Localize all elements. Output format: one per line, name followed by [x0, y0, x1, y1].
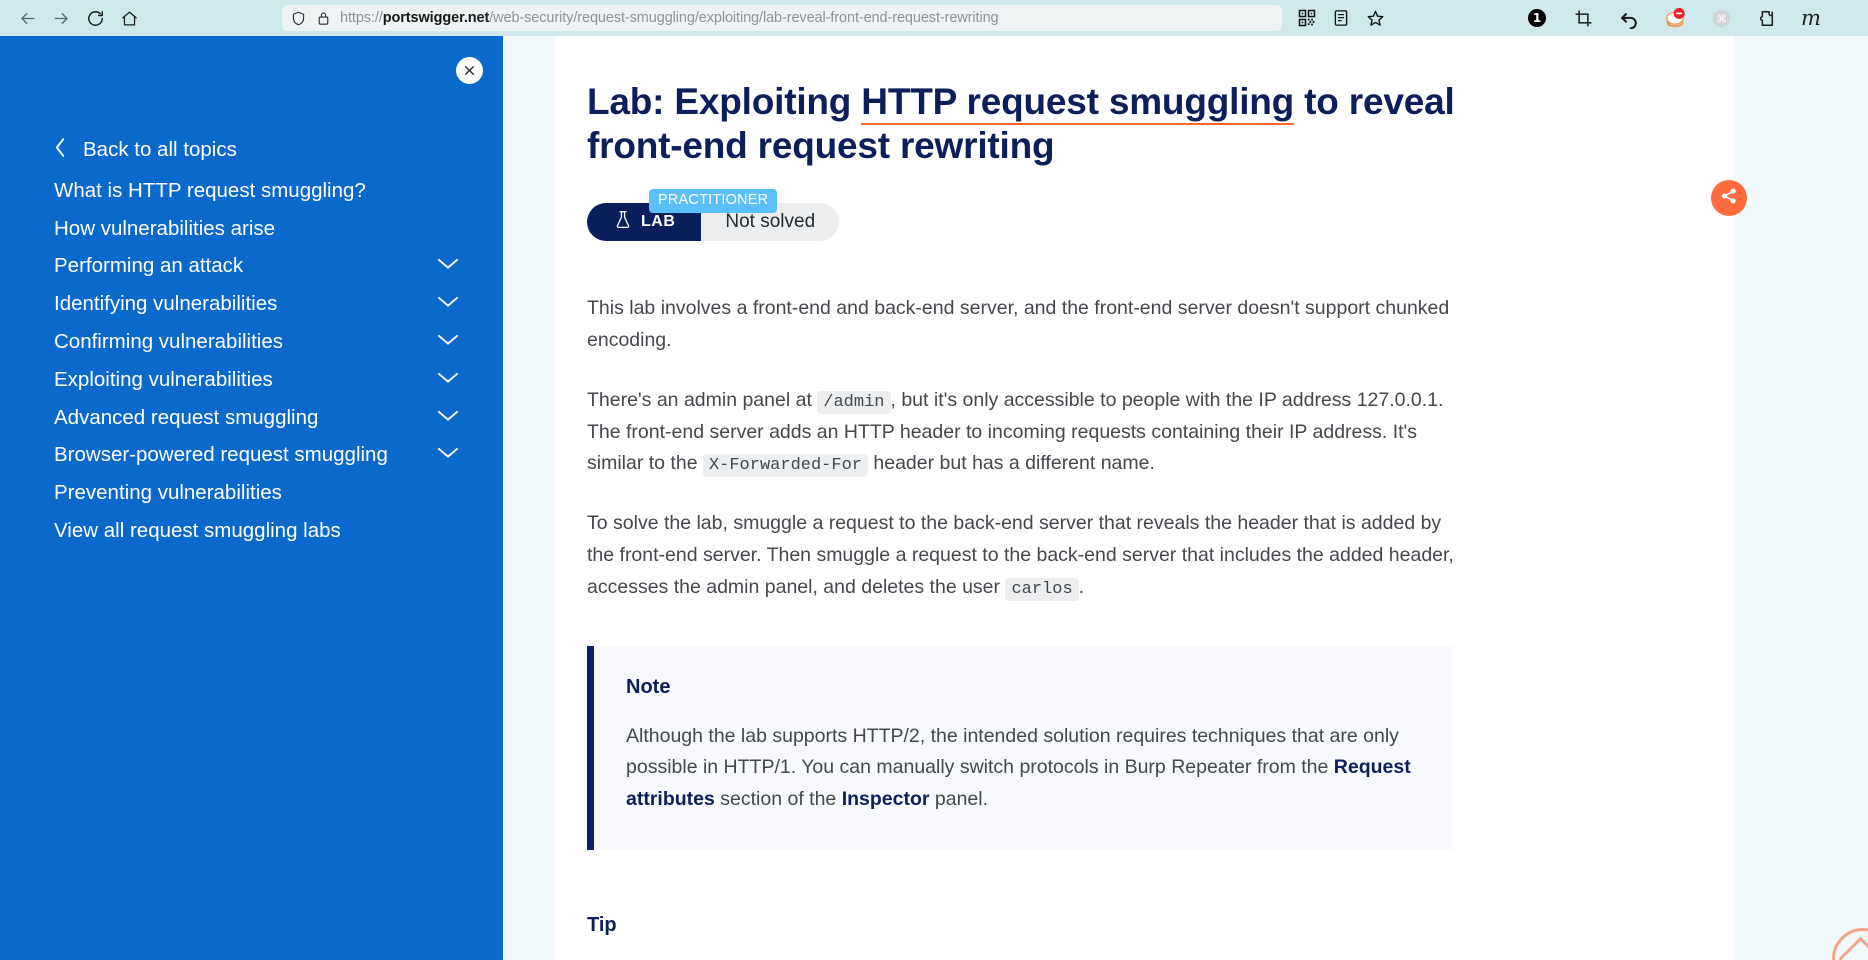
sidebar-item-label: Advanced request smuggling — [54, 405, 319, 429]
share-icon — [1720, 187, 1738, 210]
notification-count-label: 1 — [1528, 9, 1546, 27]
svg-text:⌘: ⌘ — [1716, 13, 1727, 25]
back-to-all-topics-label: Back to all topics — [83, 138, 237, 161]
sidebar-item-5[interactable]: Exploiting vulnerabilities — [0, 361, 503, 399]
browser-extensions-area: 1 ⌘ m — [1292, 4, 1830, 32]
sidebar-item-7[interactable]: Browser-powered request smuggling — [0, 437, 503, 475]
sidebar-item-3[interactable]: Identifying vulnerabilities — [0, 285, 503, 323]
difficulty-badge: PRACTITIONER — [649, 189, 778, 213]
close-icon[interactable] — [456, 57, 483, 84]
sidebar-item-0[interactable]: What is HTTP request smuggling? — [0, 172, 503, 210]
paragraph-objective: To solve the lab, smuggle a request to t… — [587, 508, 1465, 603]
home-button[interactable] — [112, 3, 146, 33]
note-text-a: Although the lab supports HTTP/2, the in… — [626, 724, 1399, 779]
main-content: Lab: Exploiting HTTP request smuggling t… — [503, 36, 1868, 960]
qr-code-icon[interactable] — [1292, 4, 1322, 32]
note-text-b: section of the — [714, 788, 842, 811]
sidebar-item-9[interactable]: View all request smuggling labs — [0, 512, 503, 550]
forward-button[interactable] — [44, 3, 78, 33]
sidebar-item-2[interactable]: Performing an attack — [0, 248, 503, 286]
sidebar-item-label: Browser-powered request smuggling — [54, 443, 388, 467]
bookmark-star-icon[interactable] — [1360, 4, 1390, 32]
page-title-link[interactable]: HTTP request smuggling — [861, 81, 1294, 125]
code-x-forwarded-for: X-Forwarded-For — [702, 454, 868, 478]
chevron-down-icon[interactable] — [437, 333, 459, 351]
puzzle-extensions-icon[interactable] — [1752, 4, 1782, 32]
note-callout: Note Although the lab supports HTTP/2, t… — [587, 645, 1453, 850]
url-text[interactable]: https://portswigger.net/web-security/req… — [340, 10, 1274, 26]
address-bar[interactable]: https://portswigger.net/web-security/req… — [282, 5, 1282, 31]
block-extension-icon[interactable] — [1660, 4, 1690, 32]
page-body: Back to all topics What is HTTP request … — [0, 36, 1868, 960]
sidebar-item-label: Performing an attack — [54, 254, 244, 278]
sidebar-item-label: Confirming vulnerabilities — [54, 330, 284, 354]
share-button[interactable] — [1711, 180, 1747, 216]
sidebar-item-label: Identifying vulnerabilities — [54, 292, 278, 316]
note-title: Note — [626, 675, 671, 698]
sidebar-item-8[interactable]: Preventing vulnerabilities — [0, 474, 503, 512]
sidebar-item-label: Preventing vulnerabilities — [54, 481, 282, 505]
lab-status-widget: PRACTITIONER LAB Not solved — [587, 189, 840, 242]
paragraph-admin-panel: There's an admin panel at /admin, but it… — [587, 385, 1465, 480]
sidebar-nav-list: What is HTTP request smuggling? How vulne… — [0, 172, 503, 550]
chevron-down-icon[interactable] — [437, 409, 459, 427]
page-title-prefix: Lab: Exploiting — [587, 81, 862, 122]
code-admin-path: /admin — [817, 390, 891, 414]
command-extension-icon[interactable]: ⌘ — [1706, 4, 1736, 32]
sidebar-item-4[interactable]: Confirming vulnerabilities — [0, 323, 503, 361]
chevron-down-icon[interactable] — [437, 257, 459, 275]
reload-button[interactable] — [78, 3, 112, 33]
undo-arrow-icon[interactable] — [1614, 4, 1644, 32]
note-bold-inspector: Inspector — [841, 788, 930, 811]
sidebar-item-6[interactable]: Advanced request smuggling — [0, 399, 503, 437]
tip-title: Tip — [587, 913, 617, 936]
sidebar-item-1[interactable]: How vulnerabilities arise — [0, 210, 503, 248]
sidebar-item-label: How vulnerabilities arise — [54, 216, 276, 240]
lab-label: LAB — [641, 213, 676, 231]
flask-icon — [615, 210, 631, 234]
chevron-down-icon[interactable] — [437, 295, 459, 313]
back-to-all-topics-link[interactable]: Back to all topics — [0, 132, 503, 168]
topic-sidebar: Back to all topics What is HTTP request … — [0, 36, 503, 960]
p2-text-c: header but has a different name. — [867, 452, 1155, 475]
sidebar-item-label: Exploiting vulnerabilities — [54, 367, 273, 391]
crop-screenshot-icon[interactable] — [1568, 4, 1598, 32]
p3-text-b: . — [1078, 575, 1085, 598]
back-button[interactable] — [10, 3, 44, 33]
reader-view-icon[interactable] — [1326, 4, 1356, 32]
paragraph-intro: This lab involves a front-end and back-e… — [587, 297, 1450, 352]
p2-text-a: There's an admin panel at — [587, 388, 818, 411]
browser-toolbar: https://portswigger.net/web-security/req… — [0, 0, 1868, 36]
code-carlos: carlos — [1005, 577, 1079, 601]
sidebar-item-label: View all request smuggling labs — [54, 519, 341, 543]
chevron-left-icon — [54, 137, 67, 163]
profile-m-label: m — [1801, 5, 1821, 30]
shield-icon[interactable] — [290, 10, 307, 27]
lock-icon[interactable] — [316, 10, 331, 27]
note-body: Although the lab supports HTTP/2, the in… — [626, 721, 1415, 816]
note-text-c: panel. — [929, 788, 989, 811]
notification-count-badge[interactable]: 1 — [1522, 4, 1552, 32]
profile-m-icon[interactable]: m — [1796, 4, 1826, 32]
sidebar-item-label: What is HTTP request smuggling? — [54, 178, 366, 202]
page-title: Lab: Exploiting HTTP request smuggling t… — [587, 80, 1547, 167]
chevron-down-icon[interactable] — [437, 371, 459, 389]
chevron-down-icon[interactable] — [437, 446, 459, 464]
